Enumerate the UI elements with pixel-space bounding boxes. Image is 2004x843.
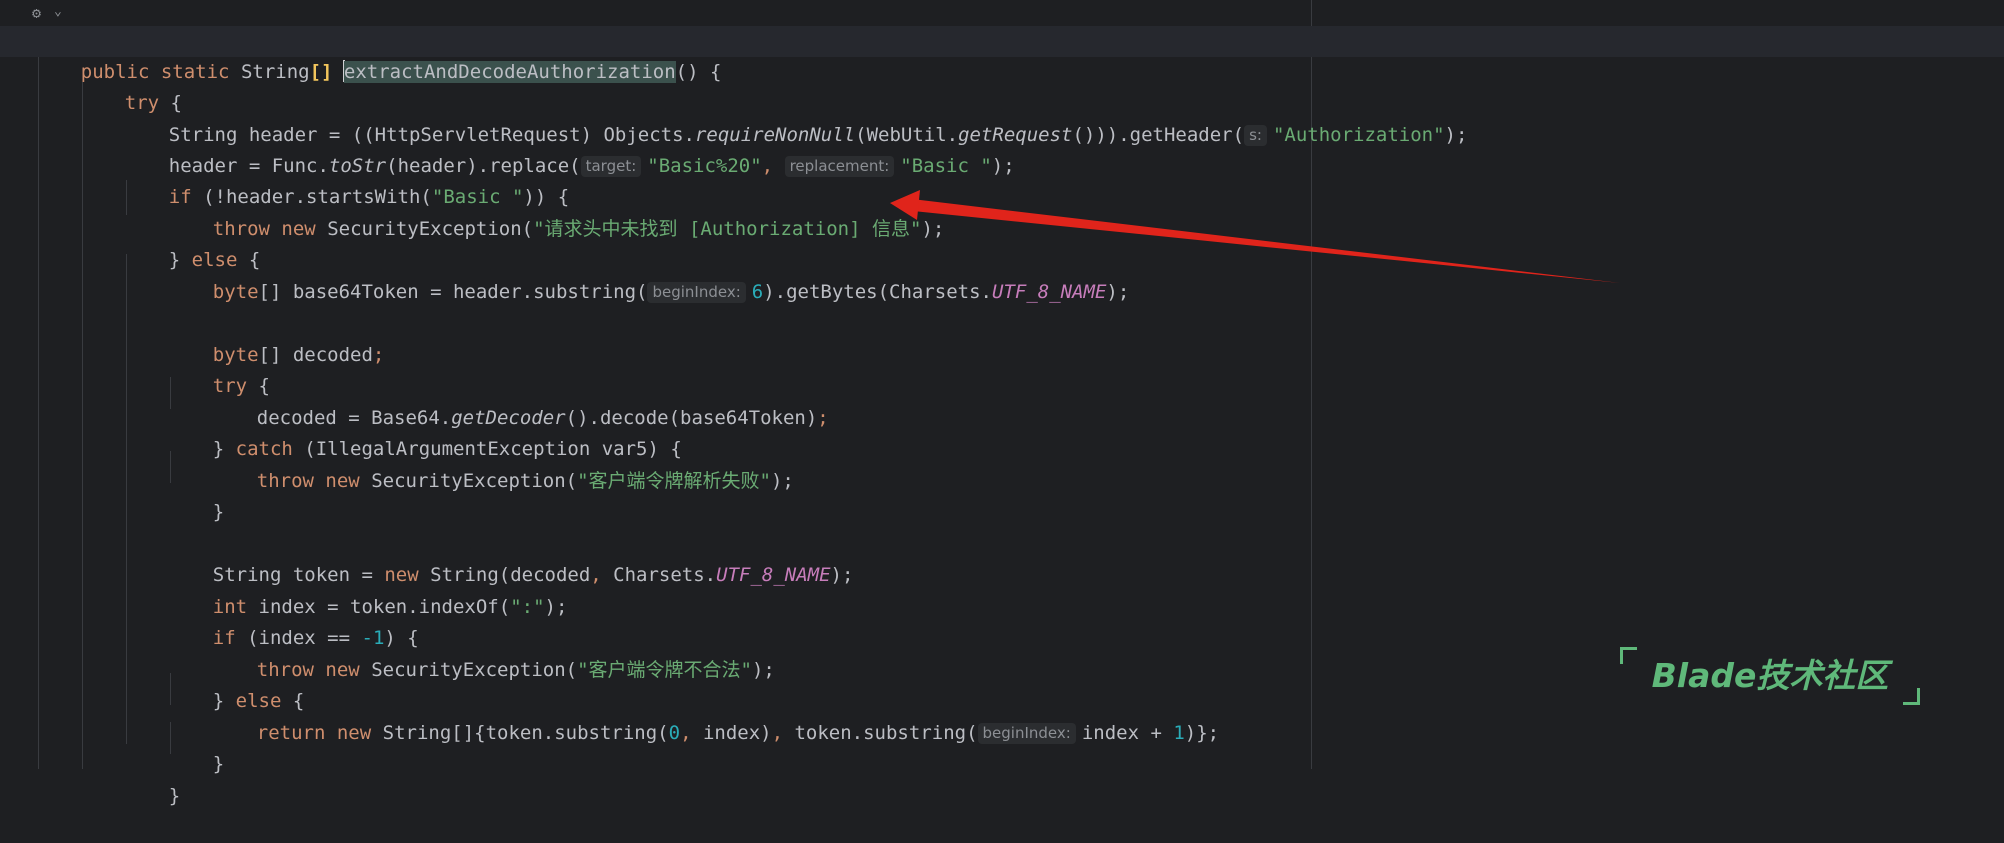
logo-corner-bracket (1903, 688, 1920, 705)
logo-corner-bracket (1620, 647, 1637, 664)
watermark-text: Blade技术社区 (1651, 656, 1889, 695)
watermark-logo: Blade技术社区 (1620, 645, 1920, 707)
arrow-shaft (912, 199, 1620, 283)
arrow-head (890, 190, 920, 220)
code-editor[interactable]: ⚙ ⌄ public static String[] extractAndDec… (0, 0, 2004, 807)
